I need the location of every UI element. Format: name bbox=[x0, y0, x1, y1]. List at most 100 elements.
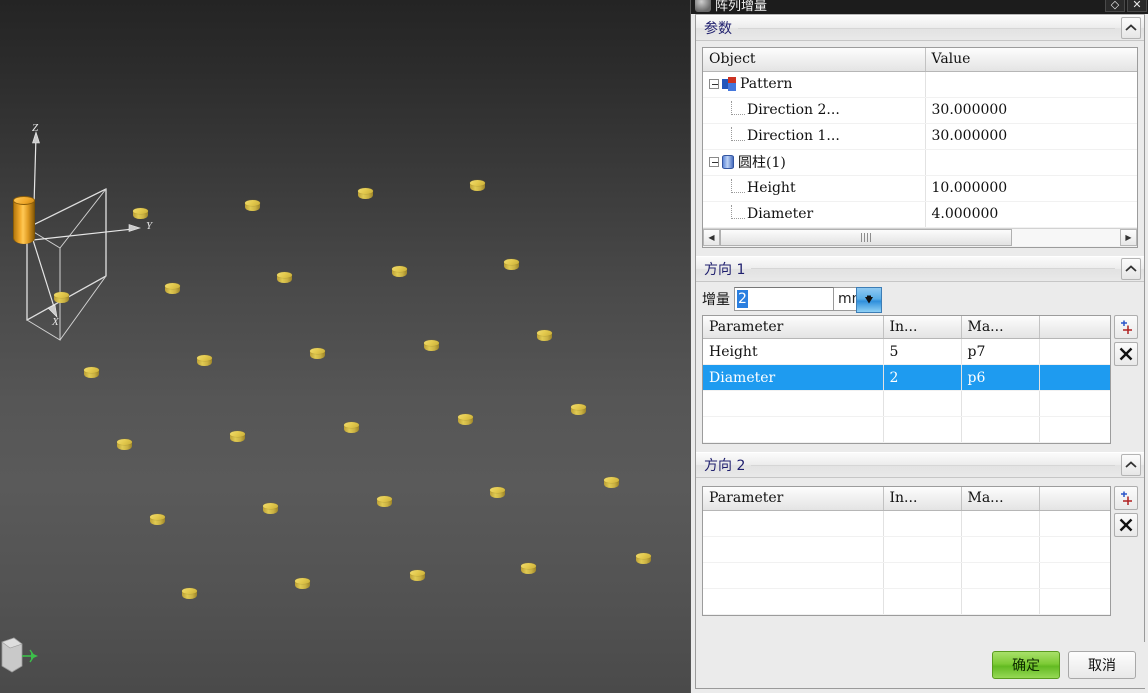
add-parameter-icon[interactable] bbox=[1114, 486, 1138, 510]
pattern-cylinder[interactable] bbox=[277, 272, 292, 285]
delete-icon[interactable] bbox=[1114, 341, 1138, 366]
chevron-up-icon[interactable] bbox=[1121, 257, 1141, 280]
pattern-cylinder[interactable] bbox=[165, 283, 180, 296]
cylinder-top bbox=[490, 487, 505, 493]
chevron-up-icon[interactable] bbox=[1121, 454, 1141, 476]
pattern-cylinder[interactable] bbox=[636, 553, 651, 566]
cell-max: p6 bbox=[961, 364, 1040, 391]
column-header-increment[interactable]: In... bbox=[883, 315, 962, 339]
column-header-max[interactable]: Ma... bbox=[961, 487, 1040, 511]
table-row[interactable]: 圆柱(1) bbox=[703, 149, 1137, 176]
scrollbar-thumb[interactable] bbox=[720, 229, 1012, 246]
pattern-cylinder[interactable] bbox=[117, 439, 132, 452]
column-header-value[interactable]: Value bbox=[925, 48, 1137, 72]
pattern-cylinder[interactable] bbox=[470, 180, 485, 193]
cell-value: 30.000000 bbox=[925, 123, 1137, 150]
close-button[interactable]: ✕ bbox=[1127, 0, 1147, 12]
column-header-object[interactable]: Object bbox=[703, 48, 926, 72]
cell-empty bbox=[961, 390, 1040, 417]
pattern-cylinder[interactable] bbox=[182, 588, 197, 601]
pattern-cylinder[interactable] bbox=[458, 414, 473, 427]
pattern-cylinder[interactable] bbox=[197, 355, 212, 368]
cell-max: p7 bbox=[961, 338, 1040, 365]
cylinder-top bbox=[277, 272, 292, 278]
pattern-cylinder[interactable] bbox=[150, 514, 165, 527]
table-row[interactable]: Height 5 p7 bbox=[703, 338, 1110, 365]
table-row[interactable]: Pattern bbox=[703, 71, 1137, 98]
axis-label-z: Z bbox=[32, 122, 39, 134]
direction1-table-body: Height 5 p7 Diameter 2 p6 bbox=[703, 338, 1110, 443]
pattern-cylinder[interactable] bbox=[504, 259, 519, 272]
pattern-cylinder[interactable] bbox=[263, 503, 278, 516]
delete-icon[interactable] bbox=[1114, 513, 1138, 537]
pattern-cylinder[interactable] bbox=[358, 188, 373, 201]
cylinder-top bbox=[133, 208, 148, 214]
scrollbar-track[interactable] bbox=[720, 229, 1120, 246]
column-header-increment[interactable]: In... bbox=[883, 487, 962, 511]
table-row[interactable]: Direction 1... 30.000000 bbox=[703, 123, 1137, 150]
cell-extra bbox=[1039, 338, 1110, 365]
parameters-horizontal-scrollbar[interactable]: ◀ ▶ bbox=[703, 227, 1137, 247]
table-row[interactable]: Diameter 2 p6 bbox=[703, 364, 1110, 391]
expander-icon[interactable] bbox=[709, 79, 719, 89]
column-header-extra[interactable] bbox=[1039, 487, 1110, 511]
pattern-cylinder[interactable] bbox=[537, 330, 552, 343]
table-row[interactable]: Direction 2... 30.000000 bbox=[703, 97, 1137, 124]
section-header-parameters[interactable]: 参数 bbox=[696, 15, 1144, 41]
expander-icon[interactable] bbox=[709, 157, 719, 167]
table-row-empty[interactable] bbox=[703, 416, 1110, 443]
pattern-cylinder[interactable] bbox=[392, 266, 407, 279]
pattern-cylinder[interactable] bbox=[310, 348, 325, 361]
increment-input[interactable]: 2 bbox=[734, 286, 834, 311]
table-row-empty[interactable] bbox=[703, 588, 1110, 615]
table-row-empty[interactable] bbox=[703, 510, 1110, 537]
pattern-cylinder[interactable] bbox=[424, 340, 439, 353]
table-row[interactable]: Height 10.000000 bbox=[703, 175, 1137, 202]
restore-button[interactable]: ◇ bbox=[1105, 0, 1125, 12]
pattern-cylinder[interactable] bbox=[490, 487, 505, 500]
table-row-empty[interactable] bbox=[703, 562, 1110, 589]
pattern-cylinder[interactable] bbox=[133, 208, 148, 221]
scroll-left-arrow-icon[interactable]: ◀ bbox=[703, 229, 720, 246]
scroll-right-arrow-icon[interactable]: ▶ bbox=[1120, 229, 1137, 246]
chevron-up-icon[interactable] bbox=[1121, 17, 1141, 39]
dialog-body: 参数 Object Value Pattern Direction 2... 3… bbox=[695, 14, 1146, 689]
ok-button[interactable]: 确定 bbox=[992, 651, 1060, 679]
pattern-cylinder[interactable] bbox=[84, 367, 99, 380]
pattern-cylinder[interactable] bbox=[230, 431, 245, 444]
column-header-parameter[interactable]: Parameter bbox=[703, 315, 884, 339]
3d-viewport[interactable]: Z Y X bbox=[0, 0, 690, 693]
direction1-table-wrapper[interactable]: Parameter In... Ma... Height 5 p7 Diameter 2… bbox=[702, 314, 1111, 444]
dialog-titlebar[interactable]: 阵列增量 ◇ ✕ bbox=[691, 0, 1148, 14]
pattern-cylinder[interactable] bbox=[54, 292, 69, 305]
add-parameter-icon[interactable] bbox=[1114, 314, 1138, 339]
cancel-button[interactable]: 取消 bbox=[1068, 651, 1136, 679]
navigation-cube-widget[interactable] bbox=[0, 636, 46, 676]
chevron-down-icon[interactable] bbox=[856, 286, 882, 313]
section-header-direction1[interactable]: 方向 1 bbox=[696, 255, 1144, 282]
column-header-parameter[interactable]: Parameter bbox=[703, 487, 884, 511]
pattern-cylinder[interactable] bbox=[604, 477, 619, 490]
table-row-empty[interactable] bbox=[703, 536, 1110, 563]
direction2-table-wrapper[interactable]: Parameter In... Ma... bbox=[702, 486, 1111, 616]
parameters-table-wrapper[interactable]: Object Value Pattern Direction 2... 30.000… bbox=[702, 47, 1138, 248]
section-header-direction2[interactable]: 方向 2 bbox=[696, 452, 1144, 478]
table-header-row: Parameter In... Ma... bbox=[703, 487, 1110, 511]
pattern-cylinder[interactable] bbox=[245, 200, 260, 213]
source-cylinder-body bbox=[13, 200, 35, 244]
pattern-cylinder[interactable] bbox=[410, 570, 425, 583]
table-row[interactable]: Diameter 4.000000 bbox=[703, 201, 1137, 228]
table-row-empty[interactable] bbox=[703, 390, 1110, 417]
unit-combobox[interactable]: mm bbox=[834, 286, 882, 313]
column-header-max[interactable]: Ma... bbox=[961, 315, 1040, 339]
cell-empty bbox=[703, 416, 884, 443]
application-window: Z Y X 阵列增量 ◇ ✕ 参数 Object Value Pattern D… bbox=[0, 0, 1148, 693]
column-header-extra[interactable] bbox=[1039, 315, 1110, 339]
pattern-cylinder[interactable] bbox=[377, 496, 392, 509]
source-cylinder[interactable] bbox=[13, 196, 35, 246]
pattern-cylinder[interactable] bbox=[571, 404, 586, 417]
pattern-cylinder[interactable] bbox=[295, 578, 310, 591]
pattern-cylinder[interactable] bbox=[344, 422, 359, 435]
pattern-cylinder[interactable] bbox=[521, 563, 536, 576]
increment-row: 增量 2 mm bbox=[696, 282, 1144, 315]
